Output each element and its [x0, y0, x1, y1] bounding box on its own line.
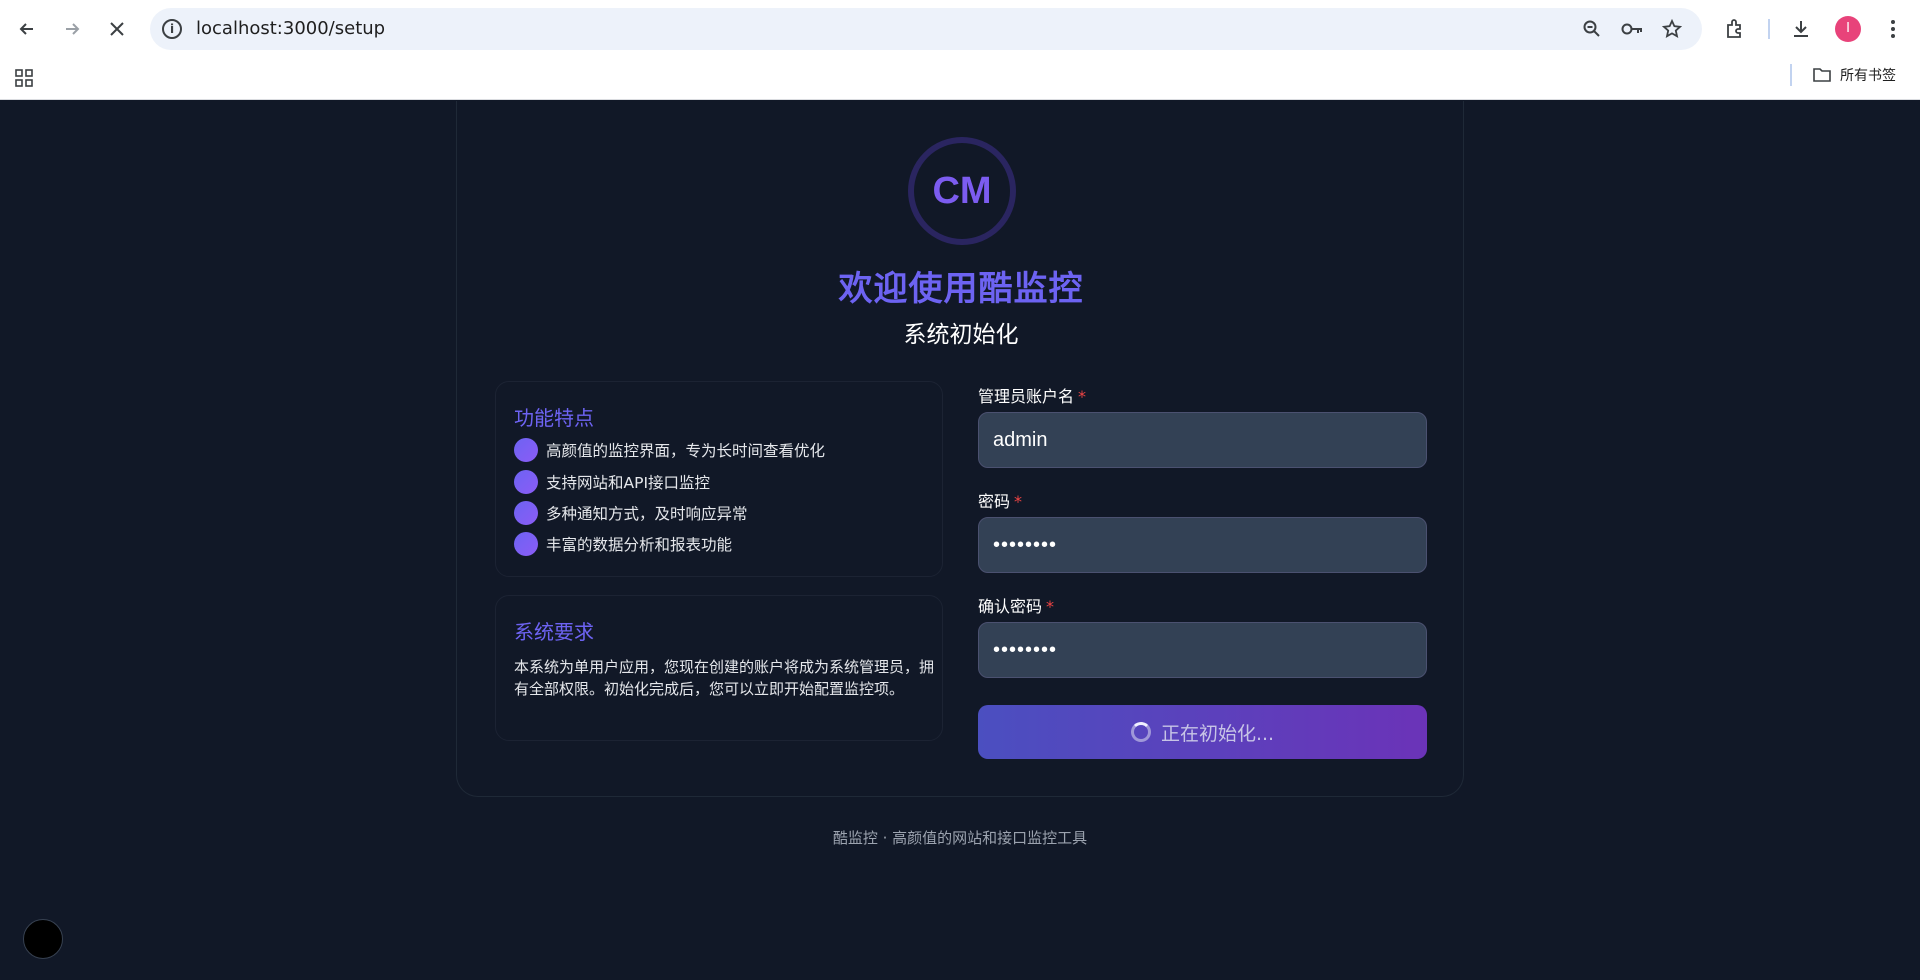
folder-icon: [1813, 68, 1831, 82]
url-text[interactable]: localhost:3000/setup: [196, 18, 385, 39]
apps-icon[interactable]: [14, 68, 34, 88]
download-icon[interactable]: [1784, 12, 1818, 46]
spinner-icon: [1130, 722, 1151, 742]
key-icon[interactable]: [1620, 17, 1644, 41]
required-mark: *: [1014, 492, 1023, 511]
page-title: 欢迎使用酷监控: [838, 269, 1084, 309]
toolbar-divider: [1768, 19, 1770, 39]
feature-text: 高颜值的监控界面，专为长时间查看优化: [546, 442, 826, 460]
profile-avatar[interactable]: I: [1835, 16, 1861, 42]
username-input[interactable]: [978, 412, 1427, 468]
back-icon[interactable]: [10, 12, 44, 46]
feature-item: 高颜值的监控界面，专为长时间查看优化: [514, 438, 825, 462]
username-label-text: 管理员账户名: [978, 387, 1075, 406]
initialize-button-label: 正在初始化...: [1160, 722, 1275, 745]
password-label-text: 密码: [978, 492, 1011, 511]
username-label: 管理员账户名 *: [978, 383, 1086, 407]
confirm-password-label-text: 确认密码: [978, 597, 1043, 616]
requirements-text: 本系统为单用户应用，您现在创建的账户将成为系统管理员，拥有全部权限。初始化完成后…: [514, 658, 935, 698]
forward-icon[interactable]: [55, 12, 89, 46]
feature-item: 支持网站和API接口监控: [514, 470, 710, 494]
bookmarks-divider: [1790, 64, 1792, 86]
confirm-password-label: 确认密码 *: [978, 593, 1054, 617]
feature-text: 丰富的数据分析和报表功能: [546, 536, 733, 554]
browser-toolbar: i localhost:3000/setup I: [0, 0, 1920, 57]
bookmarks-folder-label: 所有书签: [1840, 68, 1896, 84]
initialize-button[interactable]: 正在初始化...: [978, 705, 1427, 759]
password-input[interactable]: [978, 517, 1427, 573]
feature-text: 支持网站和API接口监控: [546, 474, 711, 492]
requirements-title: 系统要求: [514, 620, 594, 644]
setup-card: CM 欢迎使用酷监控 系统初始化 功能特点 高颜值的监控界面，专为长时间查看优化…: [456, 101, 1464, 797]
features-title: 功能特点: [514, 406, 594, 430]
feature-bullet-icon: [514, 532, 538, 556]
star-icon[interactable]: [1660, 17, 1684, 41]
stop-icon[interactable]: [100, 12, 134, 46]
all-bookmarks-folder[interactable]: 所有书签: [1812, 64, 1896, 86]
page-subtitle: 系统初始化: [903, 322, 1019, 348]
feature-bullet-icon: [514, 470, 538, 494]
setup-page: CM 欢迎使用酷监控 系统初始化 功能特点 高颜值的监控界面，专为长时间查看优化…: [0, 101, 1920, 980]
feature-bullet-icon: [514, 501, 538, 525]
required-mark: *: [1046, 597, 1055, 616]
page-footer: 酷监控 · 高颜值的网站和接口监控工具: [832, 829, 1088, 847]
feature-item: 多种通知方式，及时响应异常: [514, 501, 748, 525]
bookmarks-bar: 所有书签: [0, 57, 1920, 100]
features-panel: 功能特点 高颜值的监控界面，专为长时间查看优化 支持网站和API接口监控 多种通…: [495, 381, 943, 577]
password-label: 密码 *: [978, 488, 1022, 512]
confirm-password-input[interactable]: [978, 622, 1427, 678]
required-mark: *: [1078, 387, 1087, 406]
requirements-panel: 系统要求 本系统为单用户应用，您现在创建的账户将成为系统管理员，拥有全部权限。初…: [495, 595, 943, 741]
feature-bullet-icon: [514, 438, 538, 462]
address-bar[interactable]: i localhost:3000/setup: [150, 8, 1702, 50]
info-icon[interactable]: i: [162, 19, 182, 39]
app-logo: CM: [908, 137, 1016, 245]
feature-text: 多种通知方式，及时响应异常: [546, 505, 748, 523]
feature-item: 丰富的数据分析和报表功能: [514, 532, 732, 556]
zoom-icon[interactable]: [1580, 17, 1604, 41]
extensions-icon[interactable]: [1718, 12, 1752, 46]
menu-icon[interactable]: [1876, 12, 1910, 46]
floating-action-button[interactable]: [23, 919, 63, 959]
